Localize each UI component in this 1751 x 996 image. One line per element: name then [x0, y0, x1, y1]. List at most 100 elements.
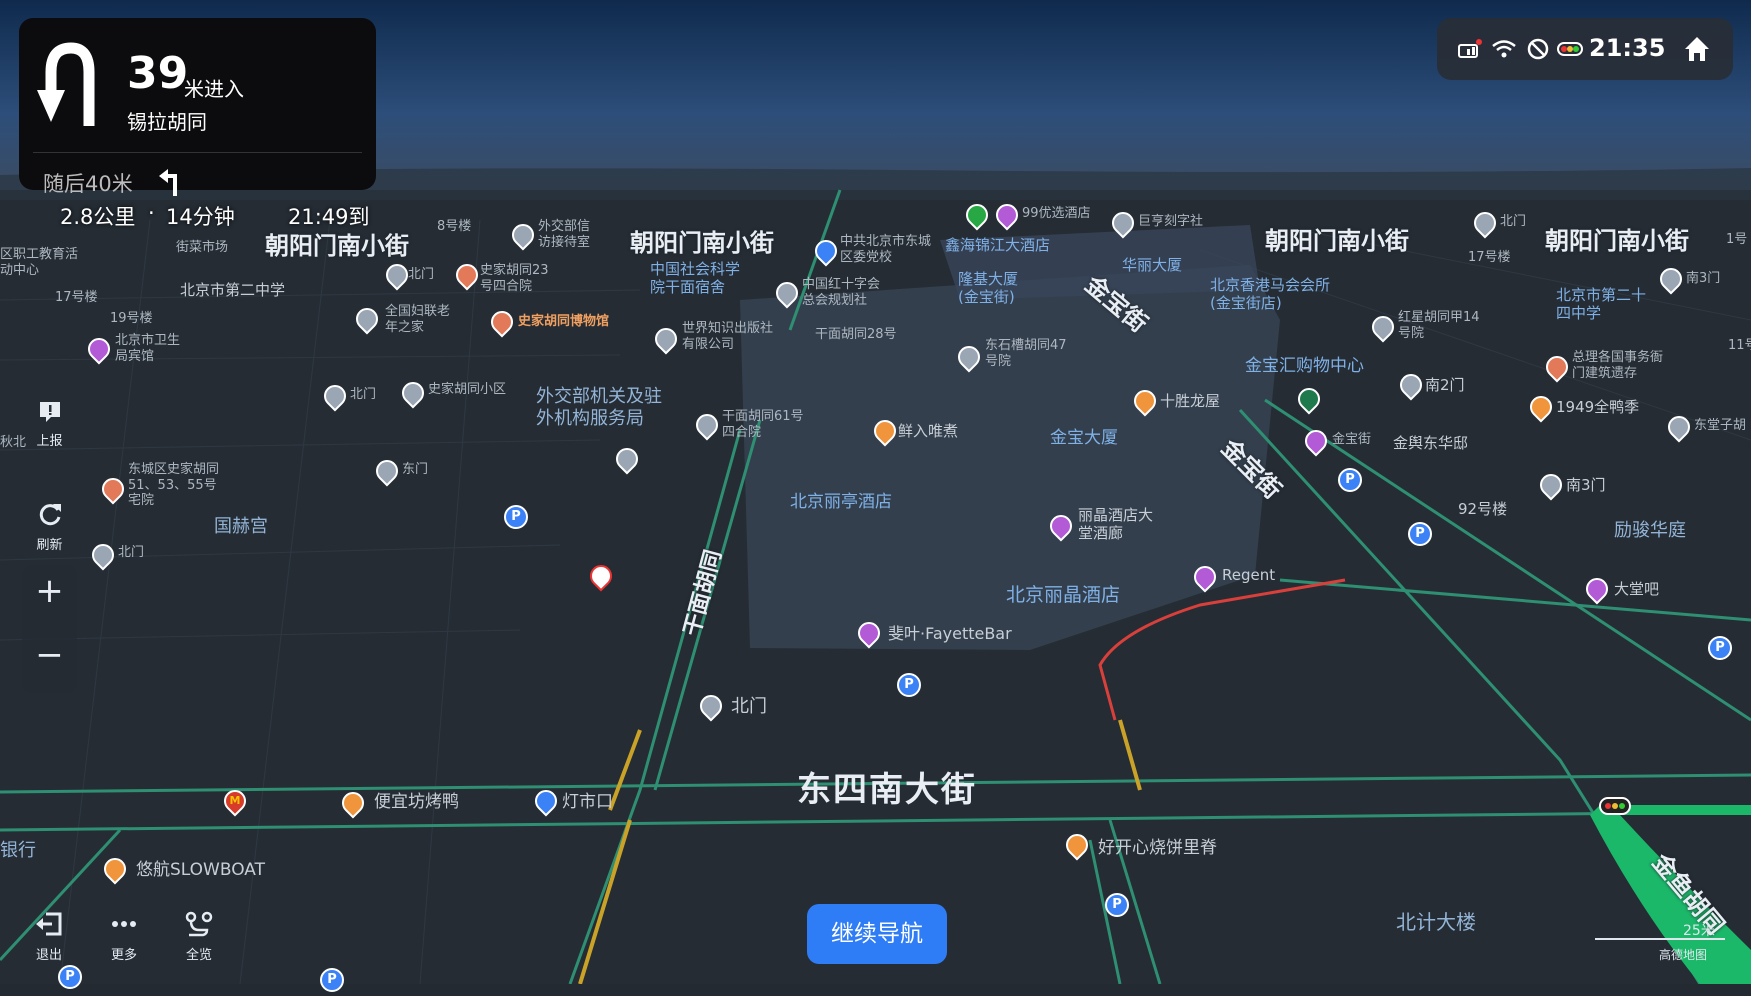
- parking-icon[interactable]: P: [320, 968, 344, 996]
- road-name: 锡拉胡同: [127, 110, 207, 134]
- poi-label[interactable]: 史家胡同23号四合院: [480, 263, 552, 294]
- poi-label[interactable]: 北门: [1500, 214, 1526, 230]
- parking-icon[interactable]: P: [897, 673, 921, 701]
- report-label: 上报: [36, 434, 63, 449]
- poi-label[interactable]: 中共北京市东城区委党校: [840, 234, 935, 265]
- report-button[interactable]: 上报: [22, 400, 77, 449]
- clock: 21:35: [1589, 34, 1666, 62]
- report-icon: [39, 402, 60, 422]
- poi-label[interactable]: 北京市卫生局宾馆: [115, 333, 187, 364]
- poi-label[interactable]: 十胜龙屋: [1160, 392, 1220, 410]
- poi-label: 17号楼: [1468, 250, 1511, 265]
- poi-label[interactable]: 99优选酒店: [1022, 206, 1091, 222]
- poi-label[interactable]: 街菜市场: [176, 240, 228, 256]
- nav-instruction-card[interactable]: 39 米进入 锡拉胡同 随后40米: [19, 18, 376, 196]
- parking-icon[interactable]: P: [1408, 522, 1432, 550]
- overview-button[interactable]: 全览: [169, 910, 229, 963]
- zoom-controls: + −: [22, 565, 77, 693]
- poi-label[interactable]: 华丽大厦: [1122, 256, 1182, 274]
- more-button[interactable]: 更多: [94, 910, 154, 963]
- parking-icon[interactable]: P: [1338, 468, 1362, 496]
- overview-label: 全览: [185, 948, 212, 963]
- poi-label[interactable]: 北门: [118, 545, 144, 561]
- parking-icon[interactable]: P: [58, 965, 82, 993]
- poi-label[interactable]: 金宝汇购物中心: [1245, 356, 1364, 376]
- arrival-time: 21:49到: [288, 205, 370, 229]
- refresh-button[interactable]: 刷新: [22, 500, 77, 553]
- poi-label[interactable]: 鲜入唯煮: [898, 422, 958, 440]
- street-label-main: 东四南大街: [797, 770, 977, 810]
- poi-label[interactable]: 北京丽亭酒店: [790, 492, 892, 512]
- poi-label[interactable]: 1949全鸭季: [1556, 398, 1639, 416]
- poi-label[interactable]: 北计大楼: [1396, 910, 1476, 934]
- poi-label[interactable]: 斐叶·FayetteBar: [888, 624, 1012, 643]
- poi-label[interactable]: 外交部机关及驻外机构服务局: [536, 386, 676, 429]
- poi-label[interactable]: 金舆东华邸: [1393, 434, 1468, 452]
- poi-label[interactable]: 红星胡同甲14号院: [1398, 310, 1480, 341]
- more-icon: [112, 921, 136, 927]
- poi-label[interactable]: 东门: [402, 462, 428, 478]
- poi-label[interactable]: 中国红十字会总会规划社: [802, 277, 892, 308]
- poi-label[interactable]: 好开心烧饼里脊: [1098, 838, 1217, 858]
- poi-label[interactable]: 金宝大厦: [1050, 428, 1118, 448]
- poi-label[interactable]: 银行: [0, 840, 36, 862]
- poi-label[interactable]: 巨亨刻字社: [1138, 214, 1203, 230]
- no-signal-icon: [1527, 38, 1549, 60]
- scale-text: 25米: [1683, 923, 1715, 939]
- poi-label[interactable]: 南2门: [1425, 376, 1465, 394]
- continue-navigation-button[interactable]: 继续导航: [807, 904, 947, 964]
- refresh-label: 刷新: [36, 538, 63, 553]
- poi-label[interactable]: 东堂子胡: [1694, 418, 1746, 434]
- poi-label[interactable]: 南3门: [1686, 271, 1720, 287]
- poi-label[interactable]: 总理各国事务衙门建筑遗存: [1572, 350, 1672, 381]
- zoom-in-button[interactable]: +: [22, 571, 77, 611]
- refresh-icon: [39, 504, 61, 526]
- poi-label[interactable]: 干面胡同61号四合院: [722, 409, 804, 440]
- turn-left-icon: [159, 169, 177, 196]
- poi-label[interactable]: 北门: [731, 696, 767, 718]
- parking-icon[interactable]: P: [1708, 636, 1732, 664]
- poi-label[interactable]: 悠航SLOWBOAT: [136, 860, 265, 880]
- poi-label[interactable]: Regent: [1222, 566, 1275, 584]
- poi-label[interactable]: 外交部信访接待室: [538, 219, 600, 250]
- poi-label[interactable]: 南3门: [1566, 476, 1606, 494]
- parking-icon[interactable]: P: [504, 505, 528, 533]
- parking-icon[interactable]: P: [1105, 893, 1129, 921]
- scale-bar: [1595, 938, 1725, 940]
- poi-label[interactable]: 史家胡同小区: [428, 382, 506, 398]
- brand-logo: 高德地图: [1659, 948, 1708, 962]
- poi-label[interactable]: 史家胡同博物馆: [518, 314, 609, 330]
- poi-label[interactable]: 东城区史家胡同51、53、55号宅院: [128, 462, 228, 509]
- poi-label[interactable]: 北门: [408, 267, 434, 283]
- poi-label[interactable]: 北京市第二中学: [180, 281, 285, 299]
- poi-label[interactable]: 丽晶酒店大堂酒廊: [1078, 506, 1158, 542]
- poi-label[interactable]: 鑫海锦江大酒店: [945, 236, 1050, 254]
- poi-label[interactable]: 北门: [350, 387, 376, 403]
- poi-label[interactable]: 励骏华庭: [1614, 520, 1686, 542]
- poi-label[interactable]: 灯市口: [562, 792, 613, 812]
- poi-label[interactable]: 世界知识出版社有限公司: [682, 321, 774, 352]
- poi-label[interactable]: 全国妇联老年之家: [385, 304, 460, 335]
- poi-label[interactable]: 大堂吧: [1614, 580, 1659, 598]
- poi-label[interactable]: 北京市第二十四中学: [1556, 286, 1646, 322]
- poi-label[interactable]: 东石槽胡同47号院: [985, 338, 1067, 369]
- poi-label[interactable]: 国赫宫: [214, 516, 268, 538]
- separator: ·: [148, 201, 155, 225]
- poi-label[interactable]: 区职工教育活动中心: [0, 247, 80, 278]
- poi-label[interactable]: 金宝街: [1332, 432, 1371, 448]
- next-turn-label: 随后40米: [43, 172, 133, 196]
- zoom-out-button[interactable]: −: [22, 635, 77, 675]
- poi-label[interactable]: 干面胡同28号: [815, 327, 897, 343]
- street-label: 朝阳门南小街: [265, 232, 409, 260]
- turn-distance: 39: [127, 48, 189, 99]
- poi-label[interactable]: 北京香港马会会所(金宝街店): [1210, 276, 1340, 312]
- car-signal-icon: [1458, 39, 1482, 58]
- poi-label[interactable]: 北京丽晶酒店: [1006, 584, 1120, 607]
- poi-label[interactable]: 便宜坊烤鸭: [374, 792, 459, 812]
- poi-label[interactable]: 中国社会科学院干面宿舍: [650, 260, 750, 296]
- poi-label[interactable]: 隆基大厦(金宝街): [958, 270, 1038, 306]
- divider: [33, 152, 362, 153]
- exit-button[interactable]: 退出: [19, 910, 79, 963]
- home-icon[interactable]: [1682, 34, 1712, 64]
- poi-label[interactable]: 8号楼: [437, 219, 471, 235]
